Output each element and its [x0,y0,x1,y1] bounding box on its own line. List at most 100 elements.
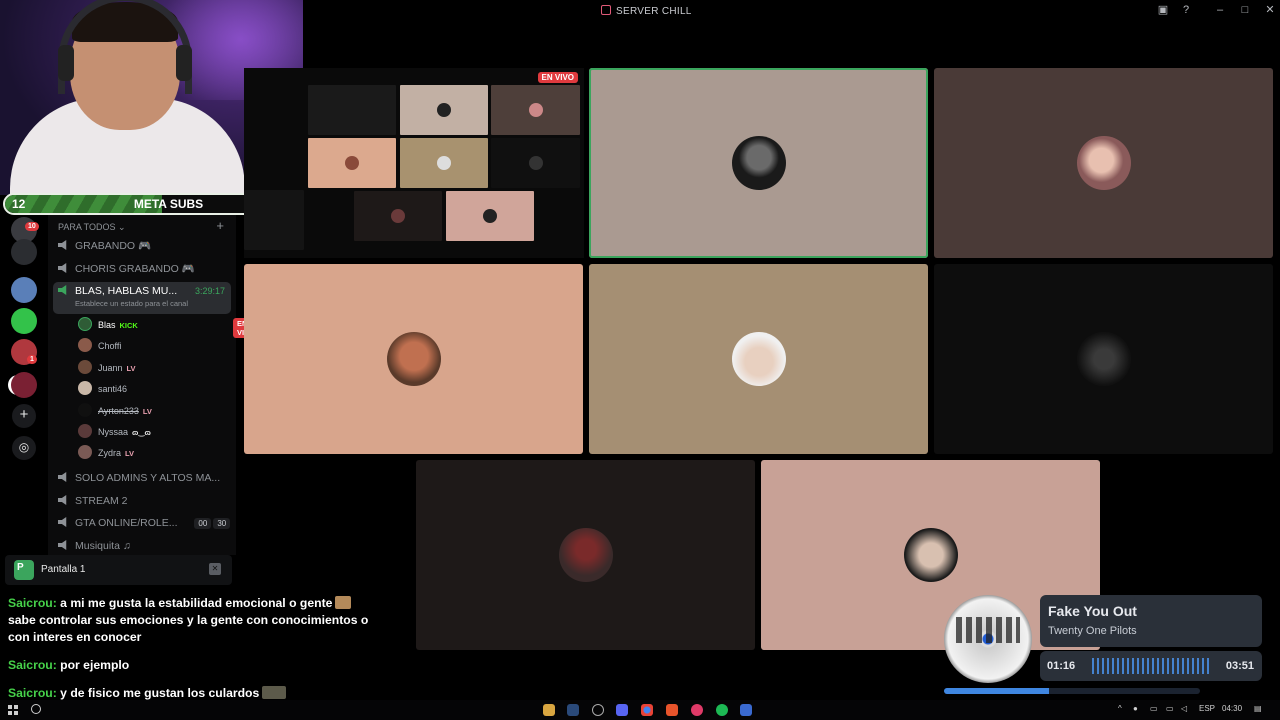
participant-tile-speaking[interactable] [589,68,928,258]
close-icon[interactable]: ✕ [209,563,221,575]
voice-channel[interactable]: SOLO ADMINS Y ALTOS MA... [58,472,220,488]
create-channel-icon[interactable]: + [216,218,224,233]
notifications-icon[interactable]: ▤ [1254,704,1262,713]
voice-channel[interactable]: STREAM 2 [58,495,128,511]
window-title: SERVER CHILL [601,5,692,17]
member-santi46[interactable]: santi46 [78,381,127,397]
now-playing-widget: Fake You Out Twenty One Pilots 01:16 03:… [942,593,1264,698]
avatar [386,332,441,386]
preview-cell [244,190,304,250]
file-explorer-icon[interactable] [543,704,555,716]
member-name: Nyssaa [98,427,129,437]
brave-icon[interactable] [666,704,678,716]
chat-text: con interes en conocer [8,630,142,644]
game-icon: 🎮 [138,240,152,252]
preview-cell [446,191,534,241]
preview-cell [400,85,488,135]
voice-channel[interactable]: GRABANDO 🎮 [58,239,151,255]
close-window-icon[interactable]: ✕ [1264,4,1276,16]
server-icon[interactable] [11,277,37,303]
participant-tile[interactable] [934,264,1273,454]
volume-icon[interactable]: ◁ [1181,704,1187,713]
member-name: Blas [98,320,116,330]
participant-tile[interactable] [416,460,755,650]
track-title: Fake You Out [1048,603,1137,619]
album-disc-icon [944,595,1032,683]
category-header[interactable]: PARA TODOS ⌄ [58,222,126,233]
help-icon[interactable]: ? [1180,4,1192,16]
member-name: Ayrton233 [98,406,139,416]
title-bar: SERVER CHILL ▣ ? – □ ✕ [303,0,1280,22]
avatar [78,338,92,352]
waveform-icon [1092,658,1210,674]
participant-tile[interactable] [934,68,1273,258]
app-icon[interactable] [740,704,752,716]
media-player-icon[interactable] [691,704,703,716]
discord-icon[interactable] [616,704,628,716]
avatar [78,403,92,417]
chevron-down-icon: ⌄ [118,222,126,232]
emote-icon [262,686,287,699]
member-name: Juann [98,363,123,373]
voice-channel[interactable]: GTA ONLINE/ROLE... 00 30 [58,517,231,533]
obs-icon[interactable] [592,704,604,716]
network-icon[interactable]: ▭ [1150,704,1158,713]
voice-channel-active[interactable]: BLAS, HABLAS MU... 3:29:17 Establece un … [53,282,231,314]
channel-name: SOLO ADMINS Y ALTOS MA... [75,472,221,484]
plus-icon: + [19,406,29,423]
member-nyssaa[interactable]: Nyssaa ɷ‿ɷ [78,424,151,440]
add-server-button[interactable]: + [12,404,36,428]
chat-user: Saicrou: [8,596,57,610]
minimize-icon[interactable]: – [1214,4,1226,16]
track-time-bar: 01:16 03:51 [1040,651,1262,681]
member-choffi[interactable]: Choffi [78,338,121,354]
member-zydra[interactable]: Zydra LV [78,445,134,461]
member-tag: LV [125,449,135,458]
channel-name: GTA ONLINE/ROLE... [75,517,178,529]
channel-list: PARA TODOS ⌄ + GRABANDO 🎮 CHORIS GRABAND… [48,215,259,556]
steam-icon[interactable] [567,704,579,716]
screen-share-panel: P Pantalla 1 ✕ [5,555,232,585]
participant-tile[interactable] [244,264,583,454]
voice-channel[interactable]: CHORIS GRABANDO 🎮 [58,262,195,278]
chrome-icon[interactable] [641,704,653,716]
voice-channel[interactable]: Musiquita ♫ [58,540,131,556]
elapsed-time: 01:16 [1047,660,1076,672]
screen-share-title: Pantalla 1 [41,564,86,575]
chat-message: sabe controlar sus emociones y la gente … [8,612,368,629]
channel-name: BLAS, HABLAS MU... [75,285,178,297]
server-icon[interactable] [11,308,37,334]
speaker-icon [58,263,67,273]
maximize-icon[interactable]: □ [1239,4,1251,16]
clock[interactable]: 04:30 [1222,704,1242,713]
headset-icon [58,0,192,94]
member-juann[interactable]: Juann LV [78,360,136,376]
wifi-icon[interactable]: ▭ [1166,704,1174,713]
language-indicator[interactable]: ESP [1199,704,1215,713]
member-name: Zydra [98,448,122,458]
explore-button[interactable]: ◎ [12,436,36,460]
avatar [78,360,92,374]
screen-icon[interactable]: ▣ [1157,4,1169,16]
member-blas[interactable]: Blas KICK [78,317,138,333]
chevron-up-icon[interactable]: ^ [1118,704,1122,713]
preview-cell [400,138,488,188]
server-badge: 10 [25,222,39,231]
participant-tile[interactable] [589,264,928,454]
server-icon[interactable] [11,239,37,265]
member-ayrton233[interactable]: Ayrton233 LV [78,403,152,419]
speaker-icon [58,285,67,295]
avatar [731,136,786,190]
windows-start-icon[interactable] [8,705,18,715]
member-tag: LV [142,407,152,416]
search-icon[interactable] [31,704,41,714]
speaker-icon [58,240,67,250]
total-time: 03:51 [1225,660,1254,672]
speaker-icon [58,495,67,505]
server-icon-active[interactable] [11,372,37,398]
mic-icon[interactable]: ● [1133,704,1138,713]
spotify-icon[interactable] [716,704,728,716]
chat-message: Saicrou: a mi me gusta la estabilidad em… [8,595,352,612]
channel-status-hint[interactable]: Establece un estado para el canal [75,299,188,308]
stream-preview-tile[interactable]: EN VIVO [244,68,584,258]
